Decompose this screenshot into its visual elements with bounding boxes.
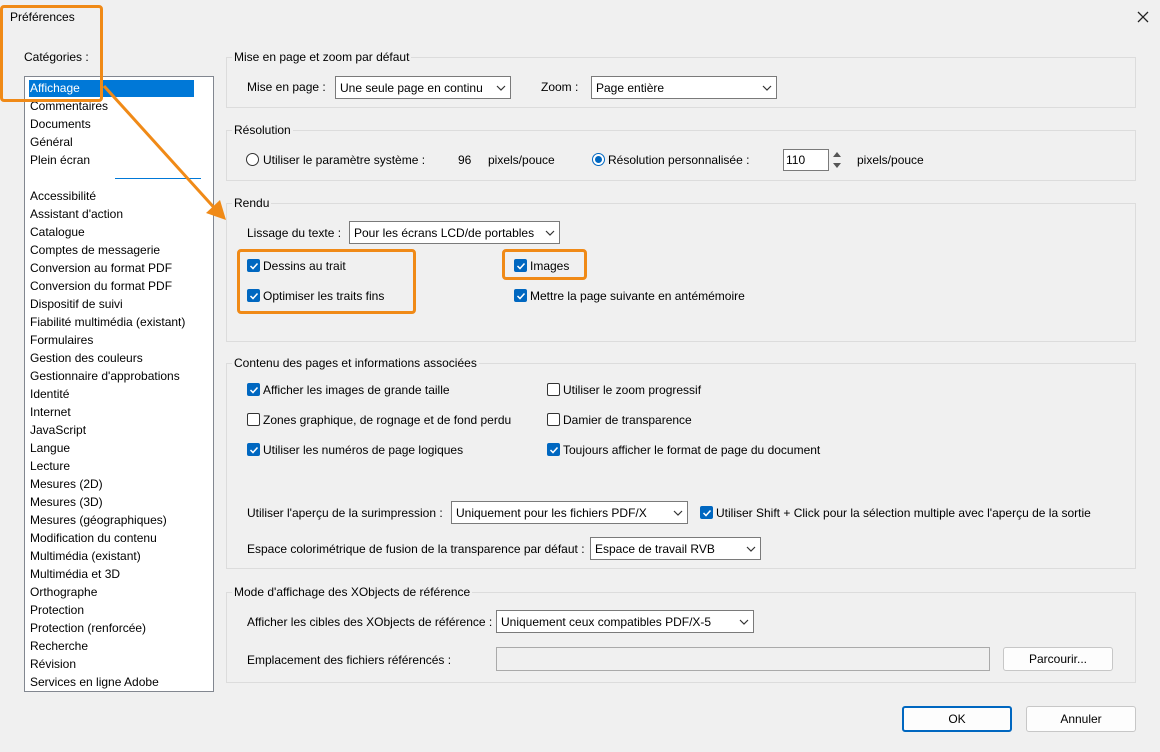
smoothing-dropdown[interactable]: Pour les écrans LCD/de portables <box>349 221 560 244</box>
zoom-value: Page entière <box>596 80 665 95</box>
check-icon <box>516 262 526 270</box>
page-content-title: Contenu des pages et informations associ… <box>232 356 479 370</box>
system-resolution-radio[interactable] <box>246 153 259 166</box>
thin-lines-checkbox[interactable] <box>247 289 260 302</box>
resolution-title: Résolution <box>232 123 293 137</box>
custom-resolution-radio[interactable] <box>592 153 605 166</box>
check-icon <box>249 292 259 300</box>
always-show-page-size-label: Toujours afficher le format de page du d… <box>563 443 821 457</box>
spin-up-icon[interactable] <box>829 149 844 160</box>
check-icon <box>702 509 712 517</box>
cancel-button[interactable]: Annuler <box>1026 706 1136 732</box>
xobject-targets-value: Uniquement ceux compatibles PDF/X-5 <box>501 614 712 629</box>
file-location-label: Emplacement des fichiers référencés : <box>247 653 452 667</box>
check-icon <box>249 386 259 394</box>
shift-click-checkbox[interactable] <box>700 506 713 519</box>
overprint-value: Uniquement pour les fichiers PDF/X <box>456 505 647 520</box>
art-trim-bleed-label: Zones graphique, de rognage et de fond p… <box>263 413 512 427</box>
thin-lines-label: Optimiser les traits fins <box>263 289 385 303</box>
spin-down-icon[interactable] <box>829 160 844 171</box>
overprint-dropdown[interactable]: Uniquement pour les fichiers PDF/X <box>451 501 688 524</box>
blend-space-label: Espace colorimétrique de fusion de la tr… <box>247 542 585 556</box>
chevron-down-icon <box>758 85 776 91</box>
smoothing-value: Pour les écrans LCD/de portables <box>354 225 535 240</box>
xobject-targets-label: Afficher les cibles des XObjects de réfé… <box>247 615 493 629</box>
page-layout-value: Une seule page en continu <box>340 80 483 95</box>
cache-next-page-checkbox[interactable] <box>514 289 527 302</box>
logical-page-numbers-checkbox[interactable] <box>247 443 260 456</box>
images-checkbox[interactable] <box>514 259 527 272</box>
images-label: Images <box>530 259 570 273</box>
chevron-down-icon <box>492 85 510 91</box>
logical-page-numbers-label: Utiliser les numéros de page logiques <box>263 443 464 457</box>
overprint-label: Utiliser l'aperçu de la surimpression : <box>247 506 443 520</box>
rendering-title: Rendu <box>232 196 272 210</box>
large-images-label: Afficher les images de grande taille <box>263 383 450 397</box>
page-layout-label: Mise en page : <box>247 80 326 94</box>
line-art-checkbox[interactable] <box>247 259 260 272</box>
smooth-zoom-checkbox[interactable] <box>547 383 560 396</box>
check-icon <box>249 262 259 270</box>
cache-next-page-label: Mettre la page suivante en antémémoire <box>530 289 745 303</box>
zoom-dropdown[interactable]: Page entière <box>591 76 777 99</box>
line-art-label: Dessins au trait <box>263 259 346 273</box>
chevron-down-icon <box>735 619 753 625</box>
browse-button[interactable]: Parcourir... <box>1003 647 1113 671</box>
zoom-label: Zoom : <box>541 80 579 94</box>
custom-resolution-input[interactable]: 110 <box>783 149 829 171</box>
always-show-page-size-checkbox[interactable] <box>547 443 560 456</box>
page-layout-dropdown[interactable]: Une seule page en continu <box>335 76 511 99</box>
system-resolution-label: Utiliser le paramètre système : <box>263 153 426 167</box>
check-icon <box>549 446 559 454</box>
transparency-grid-checkbox[interactable] <box>547 413 560 426</box>
custom-resolution-label: Résolution personnalisée : <box>608 153 750 167</box>
chevron-down-icon <box>669 510 687 516</box>
blend-space-value: Espace de travail RVB <box>595 541 715 556</box>
system-resolution-unit: pixels/pouce <box>488 153 555 167</box>
layout-zoom-title: Mise en page et zoom par défaut <box>232 50 412 64</box>
transparency-grid-label: Damier de transparence <box>563 413 692 427</box>
check-icon <box>249 446 259 454</box>
smoothing-label: Lissage du texte : <box>247 226 342 240</box>
custom-resolution-value: 110 <box>786 153 806 167</box>
file-location-input[interactable] <box>496 647 990 671</box>
check-icon <box>516 292 526 300</box>
xobjects-title: Mode d'affichage des XObjects de référen… <box>232 585 473 599</box>
xobject-targets-dropdown[interactable]: Uniquement ceux compatibles PDF/X-5 <box>496 610 754 633</box>
custom-resolution-unit: pixels/pouce <box>857 153 924 167</box>
system-resolution-value: 96 <box>458 153 472 167</box>
resolution-spinner[interactable] <box>829 149 844 171</box>
shift-click-label: Utiliser Shift + Click pour la sélection… <box>716 506 1091 520</box>
ok-button[interactable]: OK <box>902 706 1012 732</box>
smooth-zoom-label: Utiliser le zoom progressif <box>563 383 702 397</box>
blend-space-dropdown[interactable]: Espace de travail RVB <box>590 537 761 560</box>
chevron-down-icon <box>541 230 559 236</box>
chevron-down-icon <box>742 546 760 552</box>
art-trim-bleed-checkbox[interactable] <box>247 413 260 426</box>
large-images-checkbox[interactable] <box>247 383 260 396</box>
